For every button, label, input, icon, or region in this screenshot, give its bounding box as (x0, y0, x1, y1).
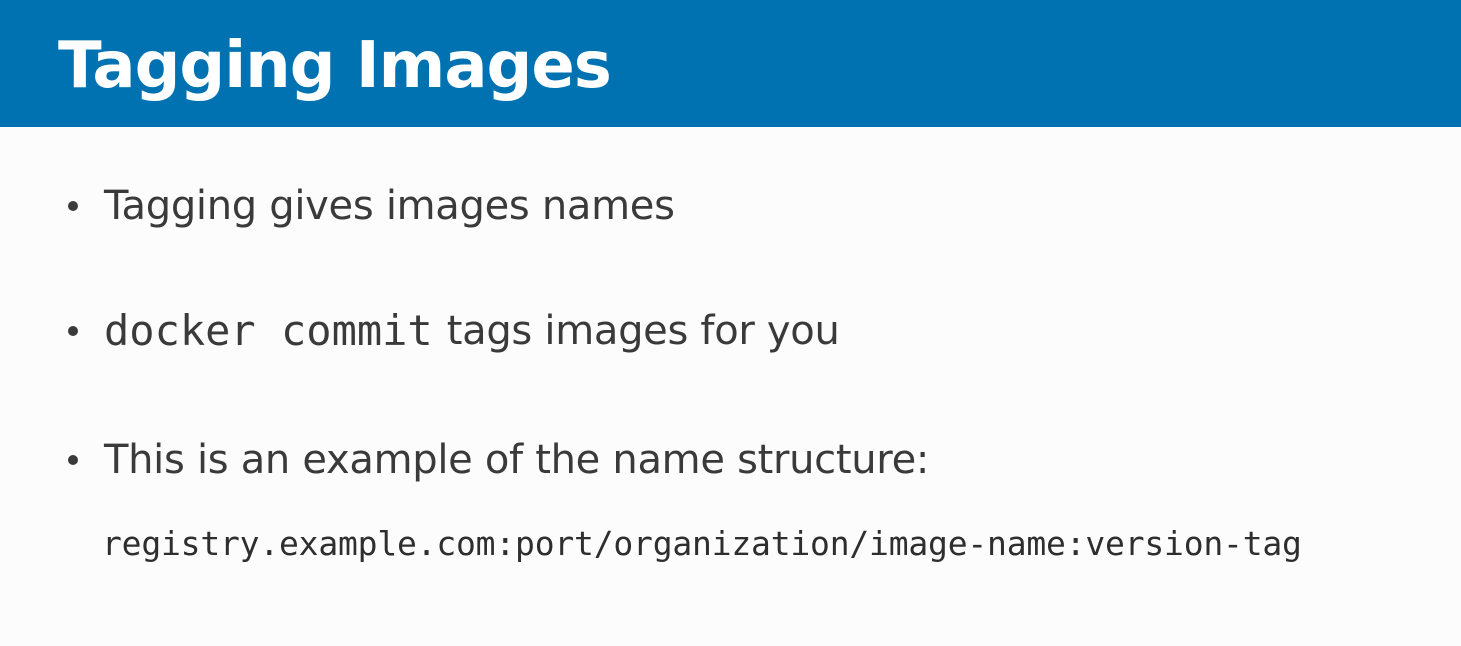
title-bar: Tagging Images (0, 0, 1461, 127)
bullet-text: Tagging gives images names (104, 183, 675, 229)
bullet-text: tags images for you (446, 308, 840, 354)
bullet-dot-icon (68, 326, 78, 336)
bullet-dot-icon (68, 201, 78, 211)
bullet-item-name-structure: This is an example of the name structure… (68, 432, 929, 488)
slide-title: Tagging Images (58, 29, 612, 103)
bullet-item-docker-commit: docker commit tags images for you (68, 303, 840, 359)
inline-code: docker commit (104, 306, 433, 355)
bullet-item-tagging: Tagging gives images names (68, 178, 675, 234)
example-name-code: registry.example.com:port/organization/i… (102, 524, 1302, 563)
bullet-text: This is an example of the name structure… (104, 437, 930, 483)
bullet-dot-icon (68, 455, 78, 465)
